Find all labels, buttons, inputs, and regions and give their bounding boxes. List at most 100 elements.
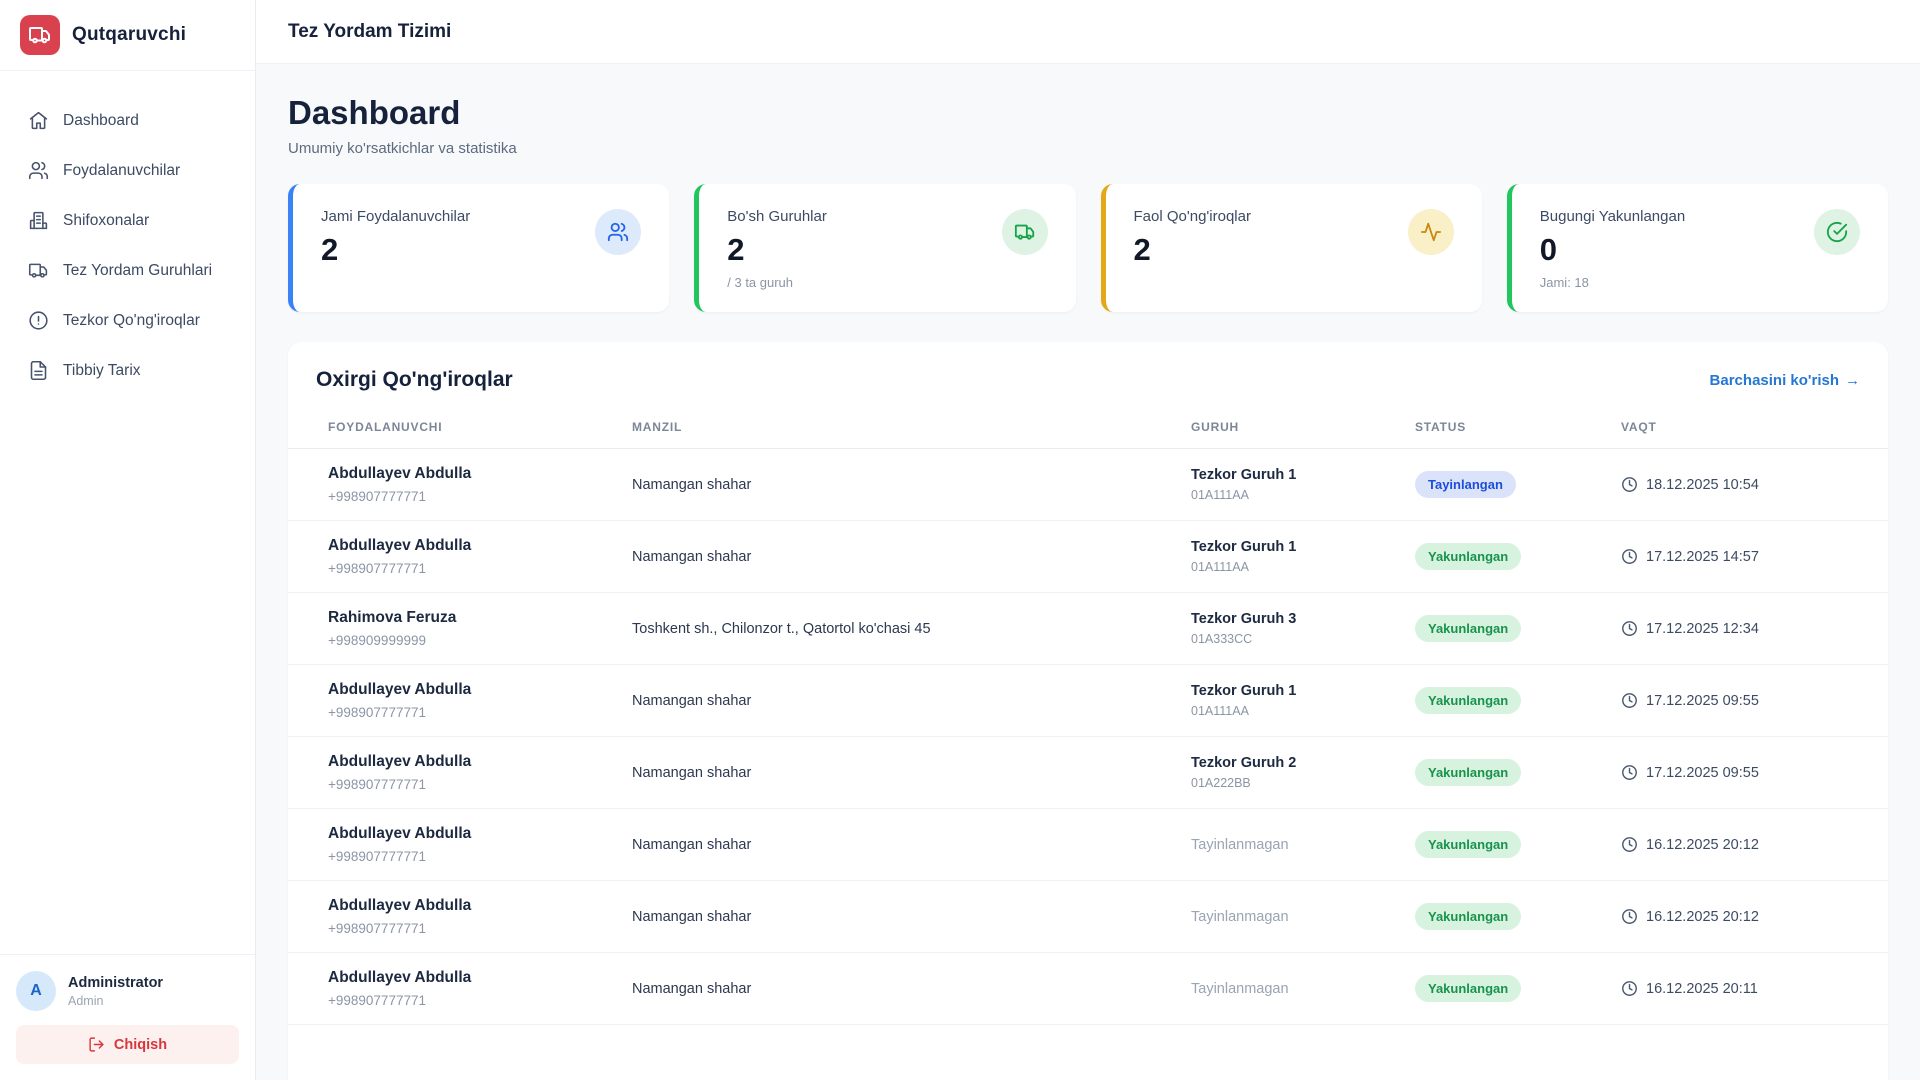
user-box: A Administrator Admin Chiqish <box>0 954 255 1080</box>
view-all-label: Barchasini ko'rish <box>1710 372 1839 389</box>
status-badge: Yakunlangan <box>1415 687 1521 714</box>
user-row: A Administrator Admin <box>16 971 239 1011</box>
check-circle-icon <box>1826 221 1848 243</box>
logout-label: Chiqish <box>114 1037 167 1053</box>
view-all-link[interactable]: Barchasini ko'rish → <box>1710 372 1860 389</box>
call-address: Namangan shahar <box>632 765 1167 781</box>
topbar-title: Tez Yordam Tizimi <box>288 21 451 43</box>
users-icon <box>607 221 629 243</box>
logout-button[interactable]: Chiqish <box>16 1025 239 1064</box>
call-time: 16.12.2025 20:11 <box>1621 980 1876 997</box>
page-subtitle: Umumiy ko'rsatkichlar va statistika <box>288 140 1888 157</box>
sidebar-item-hospitals[interactable]: Shifoxonalar <box>14 197 241 244</box>
stat-label: Bugungi Yakunlangan <box>1540 208 1860 225</box>
call-time: 17.12.2025 12:34 <box>1621 620 1876 637</box>
table-row[interactable]: Abdullayev Abdulla +998907777771 Namanga… <box>288 449 1888 521</box>
clock-icon <box>1621 620 1638 637</box>
call-time: 17.12.2025 14:57 <box>1621 548 1876 565</box>
call-address: Namangan shahar <box>632 549 1167 565</box>
clock-icon <box>1621 764 1638 781</box>
ambulance-icon <box>28 23 52 47</box>
caller-name: Abdullayev Abdulla <box>328 465 608 483</box>
home-icon <box>28 110 49 131</box>
clock-icon <box>1621 692 1638 709</box>
stat-card-total-users: Jami Foydalanuvchilar 2 <box>288 184 669 312</box>
sidebar-item-urgent-calls[interactable]: Tezkor Qo'ng'iroqlar <box>14 297 241 344</box>
alert-circle-icon <box>28 310 49 331</box>
group-name: Tayinlanmagan <box>1191 837 1391 853</box>
clock-icon <box>1621 548 1638 565</box>
status-badge: Yakunlangan <box>1415 831 1521 858</box>
caller-phone: +998907777771 <box>328 561 608 576</box>
stat-value: 2 <box>321 234 641 265</box>
table-row[interactable]: Rahimova Feruza +998909999999 Toshkent s… <box>288 593 1888 665</box>
sidebar-item-medical-history[interactable]: Tibbiy Tarix <box>14 347 241 394</box>
call-address: Namangan shahar <box>632 981 1167 997</box>
document-icon <box>28 360 49 381</box>
col-guruh: GURUH <box>1179 412 1403 449</box>
stat-label: Faol Qo'ng'iroqlar <box>1134 208 1454 225</box>
group-name: Tezkor Guruh 2 <box>1191 755 1391 771</box>
avatar: A <box>16 971 56 1011</box>
call-time: 17.12.2025 09:55 <box>1621 764 1876 781</box>
group-plate: 01A333CC <box>1191 632 1391 646</box>
caller-phone: +998907777771 <box>328 777 608 792</box>
col-status: STATUS <box>1403 412 1609 449</box>
sidebar-nav: Dashboard Foydalanuvchilar Shifoxonalar … <box>0 71 255 954</box>
recent-calls-header: Oxirgi Qo'ng'iroqlar Barchasini ko'rish … <box>288 368 1888 392</box>
stat-icon-circle <box>595 209 641 255</box>
call-address: Toshkent sh., Chilonzor t., Qatortol ko'… <box>632 621 1167 637</box>
clock-icon <box>1621 476 1638 493</box>
brand-logo <box>20 15 60 55</box>
logout-icon <box>88 1036 105 1053</box>
group-name: Tayinlanmagan <box>1191 981 1391 997</box>
caller-name: Abdullayev Abdulla <box>328 753 608 771</box>
stat-icon-circle <box>1002 209 1048 255</box>
sidebar-item-ambulance-groups[interactable]: Tez Yordam Guruhlari <box>14 247 241 294</box>
users-icon <box>28 160 49 181</box>
table-row[interactable]: Abdullayev Abdulla +998907777771 Namanga… <box>288 809 1888 881</box>
group-name: Tezkor Guruh 3 <box>1191 611 1391 627</box>
status-badge: Yakunlangan <box>1415 615 1521 642</box>
call-address: Namangan shahar <box>632 477 1167 493</box>
caller-name: Rahimova Feruza <box>328 609 608 627</box>
brand-name: Qutqaruvchi <box>72 24 186 46</box>
caller-phone: +998907777771 <box>328 849 608 864</box>
table-row[interactable]: Abdullayev Abdulla +998907777771 Namanga… <box>288 665 1888 737</box>
table-row[interactable]: Abdullayev Abdulla +998907777771 Namanga… <box>288 521 1888 593</box>
caller-name: Abdullayev Abdulla <box>328 537 608 555</box>
group-plate: 01A111AA <box>1191 704 1391 718</box>
status-badge: Yakunlangan <box>1415 759 1521 786</box>
sidebar-item-label: Dashboard <box>63 112 139 130</box>
stat-card-free-groups: Bo'sh Guruhlar 2 / 3 ta guruh <box>694 184 1075 312</box>
ambulance-icon <box>1014 221 1036 243</box>
call-time: 17.12.2025 09:55 <box>1621 692 1876 709</box>
group-plate: 01A111AA <box>1191 560 1391 574</box>
call-time: 16.12.2025 20:12 <box>1621 908 1876 925</box>
table-row[interactable]: Abdullayev Abdulla +998907777771 Namanga… <box>288 737 1888 809</box>
user-name: Administrator <box>68 975 163 991</box>
sidebar-item-label: Tibbiy Tarix <box>63 362 141 380</box>
arrow-right-icon: → <box>1845 372 1860 389</box>
call-address: Namangan shahar <box>632 693 1167 709</box>
stat-label: Jami Foydalanuvchilar <box>321 208 641 225</box>
col-vaqt: VAQT <box>1609 412 1888 449</box>
calls-table-body: Abdullayev Abdulla +998907777771 Namanga… <box>288 449 1888 1025</box>
activity-icon <box>1420 221 1442 243</box>
brand: Qutqaruvchi <box>0 0 255 71</box>
sidebar: Qutqaruvchi Dashboard Foydalanuvchilar S… <box>0 0 256 1080</box>
sidebar-item-users[interactable]: Foydalanuvchilar <box>14 147 241 194</box>
table-row[interactable]: Abdullayev Abdulla +998907777771 Namanga… <box>288 953 1888 1025</box>
sidebar-item-label: Shifoxonalar <box>63 212 149 230</box>
sidebar-item-dashboard[interactable]: Dashboard <box>14 97 241 144</box>
stat-sub: / 3 ta guruh <box>727 275 1047 290</box>
group-name: Tezkor Guruh 1 <box>1191 683 1391 699</box>
table-row[interactable]: Abdullayev Abdulla +998907777771 Namanga… <box>288 881 1888 953</box>
sidebar-item-label: Foydalanuvchilar <box>63 162 180 180</box>
stat-value: 0 <box>1540 234 1860 265</box>
call-time: 16.12.2025 20:12 <box>1621 836 1876 853</box>
group-name: Tayinlanmagan <box>1191 909 1391 925</box>
content: Dashboard Umumiy ko'rsatkichlar va stati… <box>256 64 1920 1080</box>
group-name: Tezkor Guruh 1 <box>1191 467 1391 483</box>
clock-icon <box>1621 908 1638 925</box>
